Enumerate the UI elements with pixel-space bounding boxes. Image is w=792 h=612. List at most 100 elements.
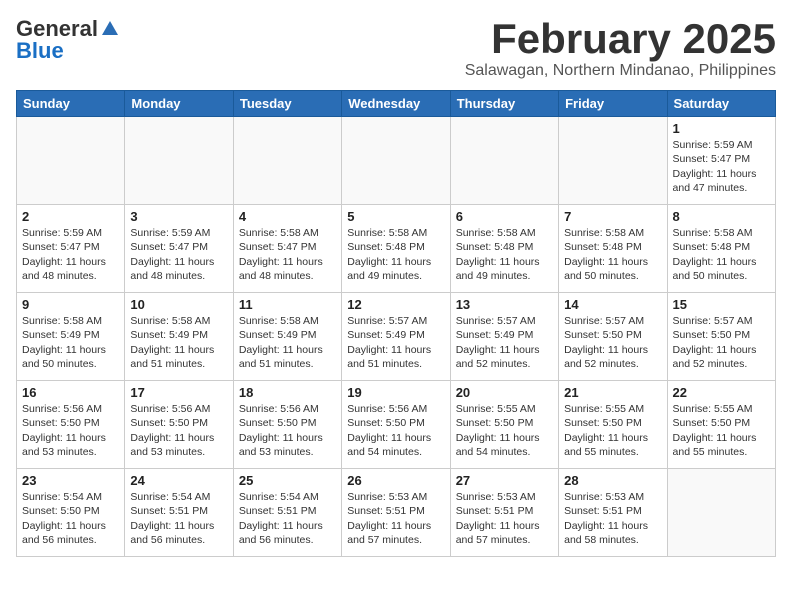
weekday-header-tuesday: Tuesday [233, 91, 341, 117]
day-number: 8 [673, 209, 770, 224]
day-info: Sunrise: 5:57 AM Sunset: 5:49 PM Dayligh… [456, 314, 553, 371]
day-info: Sunrise: 5:53 AM Sunset: 5:51 PM Dayligh… [564, 490, 661, 547]
calendar-cell [17, 117, 125, 205]
day-number: 22 [673, 385, 770, 400]
day-number: 17 [130, 385, 227, 400]
calendar-cell: 19Sunrise: 5:56 AM Sunset: 5:50 PM Dayli… [342, 381, 450, 469]
calendar-cell: 9Sunrise: 5:58 AM Sunset: 5:49 PM Daylig… [17, 293, 125, 381]
calendar-cell: 13Sunrise: 5:57 AM Sunset: 5:49 PM Dayli… [450, 293, 558, 381]
day-info: Sunrise: 5:54 AM Sunset: 5:50 PM Dayligh… [22, 490, 119, 547]
calendar-cell [233, 117, 341, 205]
day-number: 28 [564, 473, 661, 488]
calendar-cell: 12 Sunrise: 5:57 AM Sunset: 5:49 PM Dayli… [342, 293, 450, 381]
calendar-table: SundayMondayTuesdayWednesdayThursdayFrid… [16, 90, 776, 557]
day-number: 2 [22, 209, 119, 224]
calendar-cell: 11 Sunrise: 5:58 AM Sunset: 5:49 PM Dayli… [233, 293, 341, 381]
weekday-header-saturday: Saturday [667, 91, 775, 117]
calendar-cell [450, 117, 558, 205]
calendar-cell: 16 Sunrise: 5:56 AM Sunset: 5:50 PM Dayli… [17, 381, 125, 469]
weekday-header-friday: Friday [559, 91, 667, 117]
day-info: Sunrise: 5:59 AM Sunset: 5:47 PM Dayligh… [130, 226, 227, 283]
page-header: General Blue February 2025 Salawagan, No… [16, 16, 776, 80]
calendar-cell: 20 Sunrise: 5:55 AM Sunset: 5:50 PM Dayli… [450, 381, 558, 469]
week-row-3: 9Sunrise: 5:58 AM Sunset: 5:49 PM Daylig… [17, 293, 776, 381]
calendar-cell: 18 Sunrise: 5:56 AM Sunset: 5:50 PM Dayli… [233, 381, 341, 469]
day-number: 20 [456, 385, 553, 400]
day-info: Sunrise: 5:54 AM Sunset: 5:51 PM Dayligh… [130, 490, 227, 547]
day-info: Sunrise: 5:58 AM Sunset: 5:47 PM Dayligh… [239, 226, 336, 283]
day-number: 19 [347, 385, 444, 400]
weekday-header-wednesday: Wednesday [342, 91, 450, 117]
day-number: 12 [347, 297, 444, 312]
day-info: Sunrise: 5:56 AM Sunset: 5:50 PM Dayligh… [22, 402, 119, 459]
day-info: Sunrise: 5:56 AM Sunset: 5:50 PM Dayligh… [130, 402, 227, 459]
day-number: 24 [130, 473, 227, 488]
day-number: 21 [564, 385, 661, 400]
day-info: Sunrise: 5:55 AM Sunset: 5:50 PM Dayligh… [564, 402, 661, 459]
calendar-cell: 2 Sunrise: 5:59 AM Sunset: 5:47 PM Daylig… [17, 205, 125, 293]
day-number: 26 [347, 473, 444, 488]
day-info: Sunrise: 5:58 AM Sunset: 5:49 PM Dayligh… [239, 314, 336, 371]
day-number: 5 [347, 209, 444, 224]
day-info: Sunrise: 5:58 AM Sunset: 5:49 PM Dayligh… [22, 314, 119, 371]
day-info: Sunrise: 5:58 AM Sunset: 5:48 PM Dayligh… [564, 226, 661, 283]
day-info: Sunrise: 5:55 AM Sunset: 5:50 PM Dayligh… [456, 402, 553, 459]
calendar-cell: 15 Sunrise: 5:57 AM Sunset: 5:50 PM Dayli… [667, 293, 775, 381]
day-number: 18 [239, 385, 336, 400]
logo-blue-text: Blue [16, 38, 64, 63]
day-info: Sunrise: 5:53 AM Sunset: 5:51 PM Dayligh… [456, 490, 553, 547]
week-row-5: 23 Sunrise: 5:54 AM Sunset: 5:50 PM Dayli… [17, 469, 776, 557]
day-info: Sunrise: 5:55 AM Sunset: 5:50 PM Dayligh… [673, 402, 770, 459]
calendar-cell: 23 Sunrise: 5:54 AM Sunset: 5:50 PM Dayli… [17, 469, 125, 557]
calendar-cell [559, 117, 667, 205]
calendar-cell: 1 Sunrise: 5:59 AM Sunset: 5:47 PM Daylig… [667, 117, 775, 205]
calendar-cell: 10 Sunrise: 5:58 AM Sunset: 5:49 PM Dayli… [125, 293, 233, 381]
calendar-cell: 17 Sunrise: 5:56 AM Sunset: 5:50 PM Dayli… [125, 381, 233, 469]
day-info: Sunrise: 5:59 AM Sunset: 5:47 PM Dayligh… [673, 138, 770, 195]
day-info: Sunrise: 5:58 AM Sunset: 5:48 PM Dayligh… [347, 226, 444, 283]
day-info: Sunrise: 5:58 AM Sunset: 5:48 PM Dayligh… [673, 226, 770, 283]
calendar-cell: 8 Sunrise: 5:58 AM Sunset: 5:48 PM Daylig… [667, 205, 775, 293]
day-info: Sunrise: 5:56 AM Sunset: 5:50 PM Dayligh… [239, 402, 336, 459]
day-number: 1 [673, 121, 770, 136]
day-number: 11 [239, 297, 336, 312]
calendar-cell: 21 Sunrise: 5:55 AM Sunset: 5:50 PM Dayli… [559, 381, 667, 469]
day-number: 15 [673, 297, 770, 312]
day-number: 6 [456, 209, 553, 224]
week-row-1: 1 Sunrise: 5:59 AM Sunset: 5:47 PM Daylig… [17, 117, 776, 205]
calendar-cell [342, 117, 450, 205]
day-info: Sunrise: 5:53 AM Sunset: 5:51 PM Dayligh… [347, 490, 444, 547]
calendar-subtitle: Salawagan, Northern Mindanao, Philippine… [465, 62, 776, 80]
day-number: 27 [456, 473, 553, 488]
day-info: Sunrise: 5:57 AM Sunset: 5:50 PM Dayligh… [564, 314, 661, 371]
weekday-header-sunday: Sunday [17, 91, 125, 117]
day-info: Sunrise: 5:59 AM Sunset: 5:47 PM Dayligh… [22, 226, 119, 283]
day-info: Sunrise: 5:58 AM Sunset: 5:49 PM Dayligh… [130, 314, 227, 371]
day-info: Sunrise: 5:57 AM Sunset: 5:49 PM Dayligh… [347, 314, 444, 371]
calendar-cell: 5 Sunrise: 5:58 AM Sunset: 5:48 PM Daylig… [342, 205, 450, 293]
day-info: Sunrise: 5:54 AM Sunset: 5:51 PM Dayligh… [239, 490, 336, 547]
weekday-header-thursday: Thursday [450, 91, 558, 117]
day-info: Sunrise: 5:58 AM Sunset: 5:48 PM Dayligh… [456, 226, 553, 283]
day-number: 4 [239, 209, 336, 224]
week-row-2: 2 Sunrise: 5:59 AM Sunset: 5:47 PM Daylig… [17, 205, 776, 293]
calendar-cell [667, 469, 775, 557]
day-number: 10 [130, 297, 227, 312]
calendar-cell: 3Sunrise: 5:59 AM Sunset: 5:47 PM Daylig… [125, 205, 233, 293]
calendar-cell: 25 Sunrise: 5:54 AM Sunset: 5:51 PM Dayli… [233, 469, 341, 557]
day-number: 25 [239, 473, 336, 488]
day-info: Sunrise: 5:57 AM Sunset: 5:50 PM Dayligh… [673, 314, 770, 371]
weekday-header-monday: Monday [125, 91, 233, 117]
day-number: 16 [22, 385, 119, 400]
day-number: 23 [22, 473, 119, 488]
calendar-cell: 27 Sunrise: 5:53 AM Sunset: 5:51 PM Dayli… [450, 469, 558, 557]
calendar-cell: 14Sunrise: 5:57 AM Sunset: 5:50 PM Dayli… [559, 293, 667, 381]
calendar-cell [125, 117, 233, 205]
week-row-4: 16 Sunrise: 5:56 AM Sunset: 5:50 PM Dayli… [17, 381, 776, 469]
calendar-cell: 24 Sunrise: 5:54 AM Sunset: 5:51 PM Dayli… [125, 469, 233, 557]
title-block: February 2025 Salawagan, Northern Mindan… [465, 16, 776, 80]
calendar-cell: 6 Sunrise: 5:58 AM Sunset: 5:48 PM Daylig… [450, 205, 558, 293]
logo-icon [100, 19, 120, 39]
logo: General Blue [16, 16, 120, 64]
calendar-cell: 4 Sunrise: 5:58 AM Sunset: 5:47 PM Daylig… [233, 205, 341, 293]
